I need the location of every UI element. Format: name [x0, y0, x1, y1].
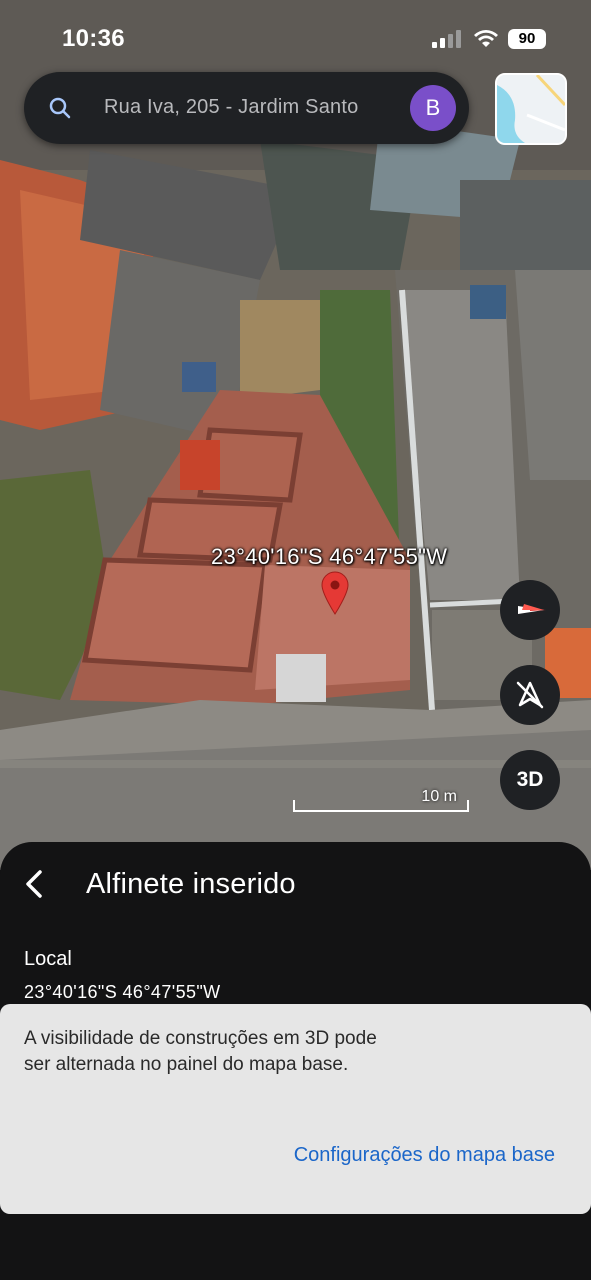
- navigation-off-icon: [516, 681, 544, 709]
- snackbar-message: A visibilidade de construções em 3D pode…: [24, 1028, 377, 1075]
- satellite-map[interactable]: 10:36 90 Rua Iva, 205 - Jardim Santo B 2…: [0, 0, 591, 870]
- 3d-toggle-button[interactable]: 3D: [500, 750, 560, 810]
- wifi-icon: [474, 30, 498, 47]
- compass-icon: [518, 604, 546, 614]
- basemap-preview-icon: [497, 75, 565, 143]
- sheet-title: Alfinete inserido: [86, 868, 296, 900]
- compass-button[interactable]: [500, 580, 560, 640]
- search-icon: [49, 97, 71, 119]
- location-value[interactable]: 23°40'16"S 46°47'55"W: [24, 982, 221, 1003]
- status-time: 10:36: [62, 25, 125, 52]
- search-bar[interactable]: Rua Iva, 205 - Jardim Santo B: [24, 72, 469, 144]
- bottom-strip: [0, 1214, 591, 1280]
- battery-indicator: 90: [508, 29, 546, 49]
- map-scale: 10 m: [293, 788, 469, 812]
- status-bar: 10:36 90: [0, 0, 591, 60]
- location-label: Local: [24, 948, 72, 970]
- info-snackbar: A visibilidade de construções em 3D pode…: [0, 1004, 591, 1214]
- avatar[interactable]: B: [410, 85, 456, 131]
- basemap-thumbnail[interactable]: [495, 73, 567, 145]
- basemap-settings-link[interactable]: Configurações do mapa base: [294, 1144, 555, 1167]
- scale-label: 10 m: [421, 788, 457, 805]
- back-arrow-icon[interactable]: [18, 866, 54, 902]
- signal-icon: [432, 30, 461, 48]
- search-input[interactable]: Rua Iva, 205 - Jardim Santo: [104, 96, 416, 124]
- map-pin-icon[interactable]: [320, 570, 350, 616]
- pin-coordinates-label: 23°40'16"S 46°47'55"W: [211, 544, 448, 569]
- navigation-toggle-button[interactable]: [500, 665, 560, 725]
